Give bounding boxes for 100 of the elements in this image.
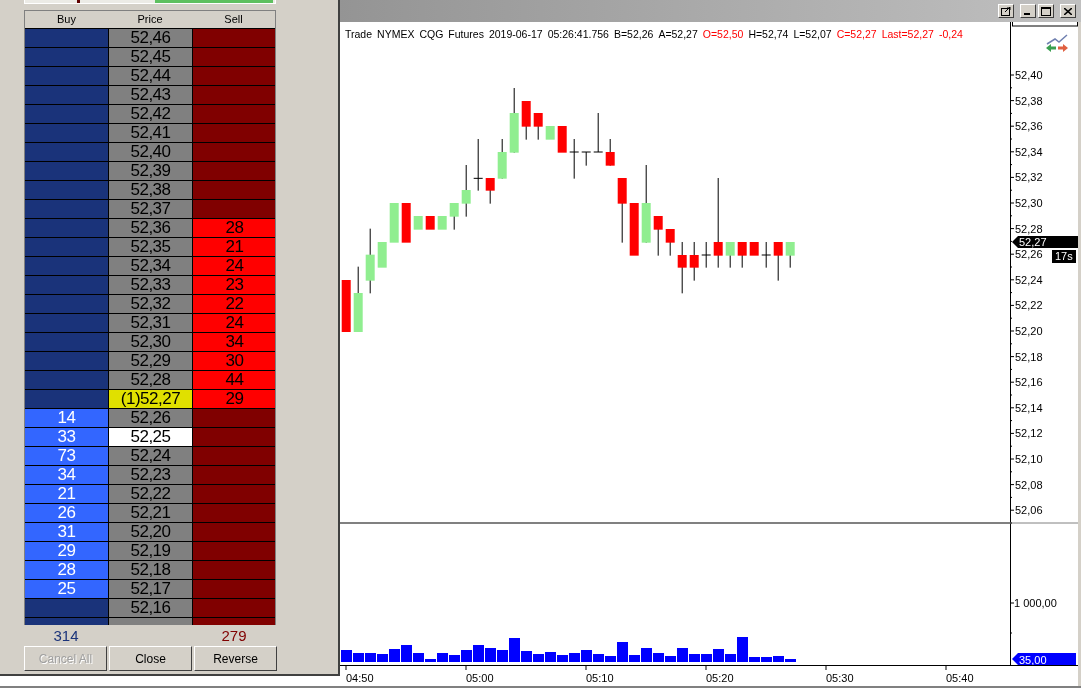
buy-cell[interactable]: 73 [25,447,108,465]
price-cell[interactable]: 52,39 [109,162,192,180]
buy-cell[interactable]: 31 [25,523,108,541]
buy-cell[interactable] [25,200,108,218]
price-cell[interactable]: 52,26 [109,409,192,427]
sell-cell[interactable] [193,561,275,579]
price-cell[interactable]: 52,41 [109,124,192,142]
buy-cell[interactable]: 21 [25,485,108,503]
price-cell[interactable]: 52,19 [109,542,192,560]
sell-cell[interactable] [193,428,275,446]
price-cell[interactable]: 52,30 [109,333,192,351]
detach-button[interactable] [998,4,1014,18]
buy-cell[interactable] [25,105,108,123]
sell-cell[interactable] [193,580,275,598]
price-cell[interactable]: 52,18 [109,561,192,579]
sell-cell[interactable] [193,447,275,465]
buy-cell[interactable] [25,371,108,389]
sell-cell[interactable] [193,105,275,123]
price-cell[interactable]: 52,20 [109,523,192,541]
sell-cell[interactable]: 23 [193,276,275,294]
sell-cell[interactable]: 22 [193,295,275,313]
sell-cell[interactable] [193,86,275,104]
price-cell[interactable]: 52,28 [109,371,192,389]
buy-cell[interactable]: 14 [25,409,108,427]
price-cell[interactable]: 52,45 [109,48,192,66]
price-cell[interactable]: 52,17 [109,580,192,598]
buy-cell[interactable] [25,390,108,408]
price-cell[interactable]: 52,31 [109,314,192,332]
buy-cell[interactable] [25,276,108,294]
sell-cell[interactable] [193,162,275,180]
sell-cell[interactable]: 30 [193,352,275,370]
minimize-button[interactable] [1020,4,1036,18]
sell-cell[interactable] [193,466,275,484]
price-cell[interactable]: 52,46 [109,29,192,47]
price-cell[interactable]: 52,21 [109,504,192,522]
sell-cell[interactable]: 34 [193,333,275,351]
buy-cell[interactable] [25,314,108,332]
sell-cell[interactable] [193,409,275,427]
sell-cell[interactable] [193,200,275,218]
sell-cell[interactable]: 44 [193,371,275,389]
sell-cell[interactable]: 21 [193,238,275,256]
sell-cell[interactable]: 24 [193,314,275,332]
buy-cell[interactable] [25,352,108,370]
buy-cell[interactable] [25,143,108,161]
axis-label: 52,28 [1015,222,1043,235]
buy-cell[interactable] [25,48,108,66]
sell-cell[interactable]: 24 [193,257,275,275]
sell-cell[interactable] [193,29,275,47]
buy-cell[interactable]: 29 [25,542,108,560]
price-cell[interactable]: 52,35 [109,238,192,256]
sell-cell[interactable] [193,504,275,522]
price-cell[interactable]: 52,34 [109,257,192,275]
buy-cell[interactable]: 34 [25,466,108,484]
sell-cell[interactable] [193,124,275,142]
action-button[interactable]: Reverse [194,646,277,671]
price-cell[interactable]: 52,38 [109,181,192,199]
sell-cell[interactable] [193,67,275,85]
price-cell[interactable]: 52,33 [109,276,192,294]
buy-cell[interactable] [25,67,108,85]
price-cell[interactable]: 52,32 [109,295,192,313]
buy-cell[interactable] [25,162,108,180]
price-cell[interactable]: 52,42 [109,105,192,123]
action-button[interactable]: Close [109,646,192,671]
buy-cell[interactable]: 28 [25,561,108,579]
price-cell[interactable]: 52,44 [109,67,192,85]
sell-cell[interactable] [193,485,275,503]
sell-cell[interactable] [193,48,275,66]
price-cell[interactable]: 52,16 [109,599,192,617]
buy-cell[interactable] [25,181,108,199]
sell-cell[interactable] [193,542,275,560]
maximize-button[interactable] [1038,4,1054,18]
buy-cell[interactable] [25,29,108,47]
price-cell[interactable]: 52,23 [109,466,192,484]
buy-cell[interactable] [25,124,108,142]
sell-cell[interactable] [193,181,275,199]
buy-cell[interactable] [25,86,108,104]
price-cell[interactable]: 52,36 [109,219,192,237]
price-cell[interactable]: 52,37 [109,200,192,218]
price-cell[interactable]: 52,29 [109,352,192,370]
price-cell[interactable]: (1)52,27 [109,390,192,408]
price-cell[interactable]: 52,22 [109,485,192,503]
buy-cell[interactable] [25,333,108,351]
close-button[interactable] [1060,4,1076,18]
sell-cell[interactable]: 28 [193,219,275,237]
buy-cell[interactable] [25,219,108,237]
sell-cell[interactable]: 29 [193,390,275,408]
buy-cell[interactable]: 26 [25,504,108,522]
buy-cell[interactable] [25,238,108,256]
sell-cell[interactable] [193,143,275,161]
price-cell[interactable]: 52,43 [109,86,192,104]
buy-cell[interactable]: 33 [25,428,108,446]
buy-cell[interactable] [25,599,108,617]
sell-cell[interactable] [193,599,275,617]
price-cell[interactable]: 52,24 [109,447,192,465]
buy-cell[interactable]: 25 [25,580,108,598]
price-cell[interactable]: 52,25 [109,428,192,446]
buy-cell[interactable] [25,257,108,275]
price-cell[interactable]: 52,40 [109,143,192,161]
buy-cell[interactable] [25,295,108,313]
sell-cell[interactable] [193,523,275,541]
